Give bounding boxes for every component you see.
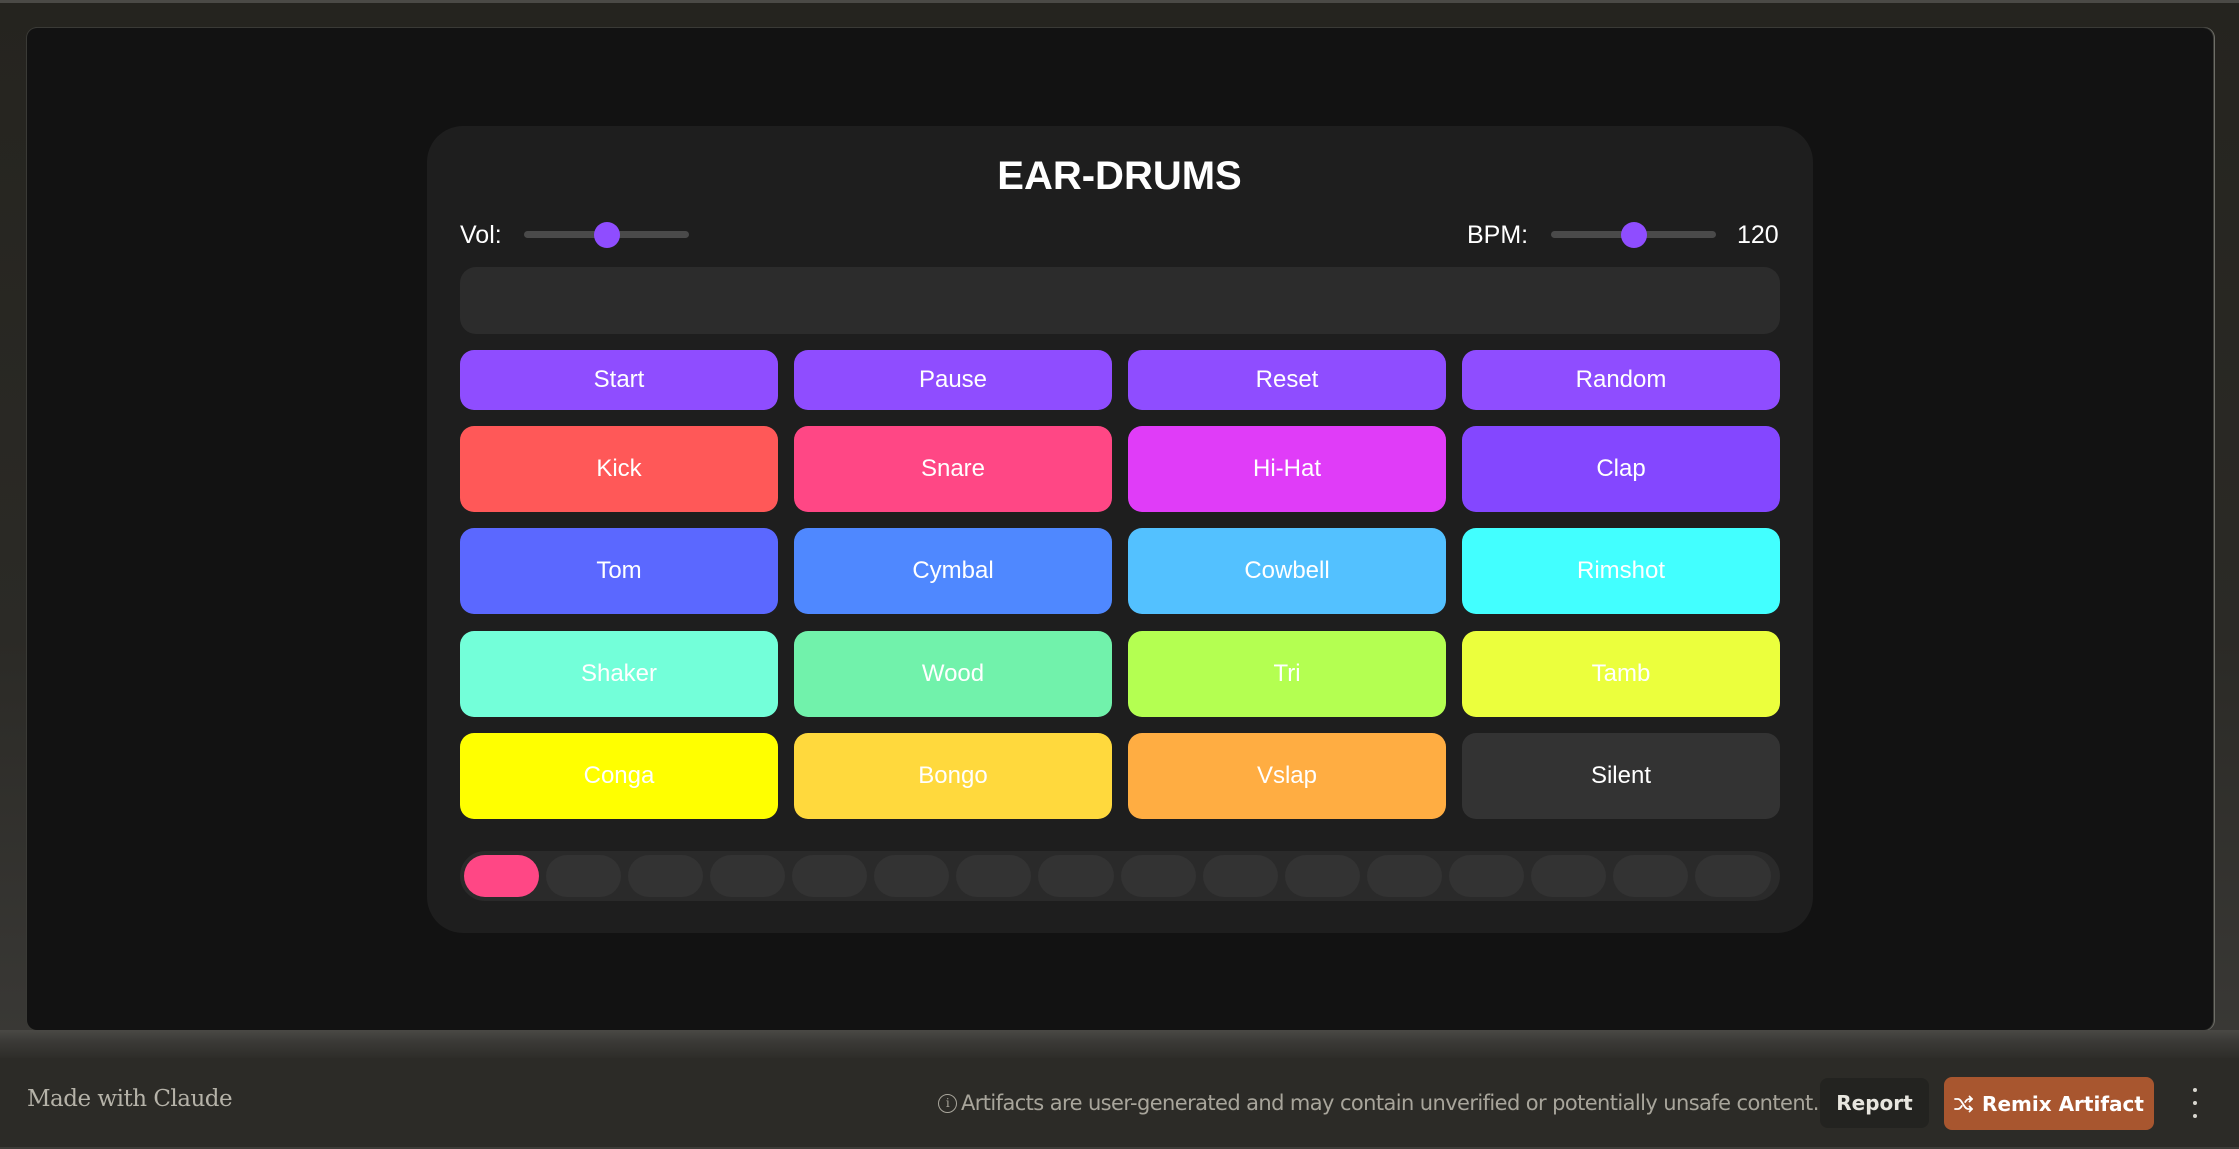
bpm-slider-thumb[interactable]	[1620, 222, 1647, 248]
pad-silent[interactable]: Silent	[1462, 733, 1780, 819]
shuffle-icon	[1954, 1095, 1973, 1112]
kebab-dot	[2193, 1088, 2197, 1092]
pad-rimshot[interactable]: Rimshot	[1462, 528, 1780, 614]
sequencer-step[interactable]	[792, 855, 868, 897]
sequencer-step[interactable]	[1449, 855, 1525, 897]
step-sequencer	[460, 851, 1780, 901]
volume-slider[interactable]	[524, 222, 689, 248]
frame-bevel	[0, 1030, 2239, 1058]
pad-tom[interactable]: Tom	[460, 528, 778, 614]
reset-button[interactable]: Reset	[1128, 350, 1446, 410]
app-title: EAR-DRUMS	[997, 154, 1242, 198]
made-with-claude[interactable]: Made with Claude	[27, 1086, 233, 1112]
sequencer-step[interactable]	[1202, 855, 1278, 897]
kebab-menu-icon[interactable]	[2188, 1088, 2202, 1118]
pad-hi-hat[interactable]: Hi-Hat	[1128, 426, 1446, 512]
pad-vslap[interactable]: Vslap	[1128, 733, 1446, 819]
pad-clap[interactable]: Clap	[1462, 426, 1780, 512]
pad-tamb[interactable]: Tamb	[1462, 631, 1780, 717]
pad-tri[interactable]: Tri	[1128, 631, 1446, 717]
start-button[interactable]: Start	[460, 350, 778, 410]
sequencer-step[interactable]	[1613, 855, 1689, 897]
kebab-dot	[2193, 1101, 2197, 1105]
report-button[interactable]: Report	[1820, 1078, 1929, 1128]
sequencer-step[interactable]	[956, 855, 1032, 897]
sequencer-step[interactable]	[1366, 855, 1442, 897]
sequencer-step[interactable]	[1284, 855, 1360, 897]
sequencer-step[interactable]	[709, 855, 785, 897]
pad-snare[interactable]: Snare	[794, 426, 1112, 512]
sequencer-step[interactable]	[874, 855, 950, 897]
remix-artifact-button[interactable]: Remix Artifact	[1944, 1077, 2154, 1130]
sequencer-step[interactable]	[545, 855, 621, 897]
sequencer-step[interactable]	[1120, 855, 1196, 897]
sequencer-step[interactable]	[1695, 855, 1771, 897]
pattern-display	[460, 267, 1780, 334]
pad-wood[interactable]: Wood	[794, 631, 1112, 717]
pad-cymbal[interactable]: Cymbal	[794, 528, 1112, 614]
report-button-label: Report	[1836, 1091, 1913, 1115]
sequencer-step[interactable]	[1038, 855, 1114, 897]
bpm-label: BPM:	[1467, 221, 1529, 249]
pad-conga[interactable]: Conga	[460, 733, 778, 819]
bpm-value: 120	[1737, 221, 1779, 249]
pad-kick[interactable]: Kick	[460, 426, 778, 512]
volume-slider-thumb[interactable]	[593, 222, 620, 248]
kebab-dot	[2193, 1114, 2197, 1118]
sequencer-step[interactable]	[463, 855, 539, 897]
sequencer-step[interactable]	[627, 855, 703, 897]
pad-cowbell[interactable]: Cowbell	[1128, 528, 1446, 614]
pad-bongo[interactable]: Bongo	[794, 733, 1112, 819]
info-icon: i	[938, 1093, 957, 1113]
volume-label: Vol:	[460, 221, 502, 249]
pause-button[interactable]: Pause	[794, 350, 1112, 410]
safety-notice-text: Artifacts are user-generated and may con…	[961, 1091, 1819, 1115]
remix-artifact-label: Remix Artifact	[1982, 1091, 2144, 1116]
sequencer-step[interactable]	[1531, 855, 1607, 897]
random-button[interactable]: Random	[1462, 350, 1780, 410]
bpm-slider[interactable]	[1551, 222, 1716, 248]
safety-notice: i Artifacts are user-generated and may c…	[938, 1091, 1819, 1115]
pad-shaker[interactable]: Shaker	[460, 631, 778, 717]
